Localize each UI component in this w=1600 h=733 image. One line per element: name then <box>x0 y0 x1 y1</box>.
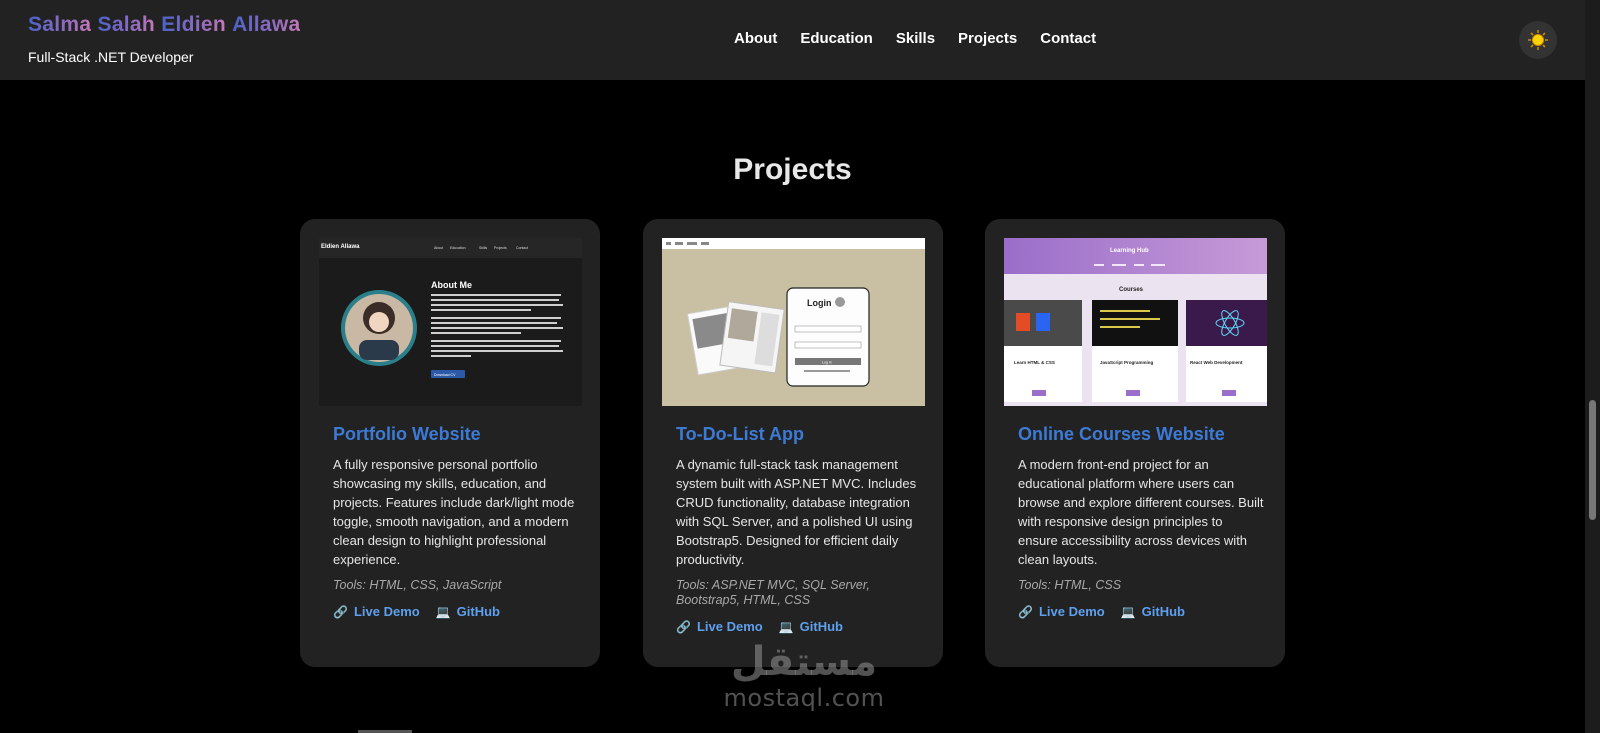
laptop-icon: 💻 <box>778 619 794 634</box>
link-icon: 🔗 <box>1018 604 1033 619</box>
project-thumbnail-courses: Learning Hub Courses Learn HTML & CSS Ja… <box>1004 238 1267 406</box>
laptop-icon: 💻 <box>435 604 451 619</box>
project-title: To-Do-List App <box>676 424 804 444</box>
nav-about[interactable]: About <box>734 30 777 47</box>
brand-word-fourth: Allawa <box>232 13 301 36</box>
thumb-course-2: JavaScript Programming <box>1100 360 1154 365</box>
thumb-heading: Login <box>807 298 832 308</box>
thumb-heading: About Me <box>431 280 472 290</box>
thumb-nav-4: Projects <box>494 246 507 250</box>
brand-word-third: Eldien <box>161 13 226 36</box>
main-nav: About Education Skills Projects Contact <box>734 30 1096 47</box>
project-description: A dynamic full-stack task management sys… <box>676 457 917 567</box>
project-thumbnail-todo: Login Log In <box>662 238 925 406</box>
project-description: A fully responsive personal portfolio sh… <box>333 457 575 567</box>
section-title: Projects <box>733 153 852 186</box>
thumb-nav-2: Education <box>450 246 466 250</box>
thumb-nav-5: Contact <box>516 246 528 250</box>
thumb-button: Download CV <box>434 373 456 377</box>
project-tools: Tools: ASP.NET MVC, SQL Server, Bootstra… <box>676 578 870 607</box>
project-card-portfolio: Eldien Allawa About Education Skills Pro… <box>300 219 600 667</box>
github-label: GitHub <box>1141 604 1185 619</box>
project-links: 🔗 Live Demo 💻 GitHub <box>1018 604 1185 619</box>
live-demo-label: Live Demo <box>696 619 763 634</box>
mostaql-watermark: مستقل mostaql.com <box>704 640 904 712</box>
brand-role: Full-Stack .NET Developer <box>28 49 194 65</box>
thumb-nav-3: Skills <box>479 246 487 250</box>
project-tools: Tools: HTML, CSS, JavaScript <box>333 578 502 592</box>
thumb-nav-1: About <box>434 246 443 250</box>
nav-contact[interactable]: Contact <box>1040 30 1096 47</box>
project-card-courses: Learning Hub Courses Learn HTML & CSS Ja… <box>985 219 1285 667</box>
top-navbar: Salma Salah Eldien Allawa Full-Stack .NE… <box>0 0 1585 80</box>
live-demo-link[interactable]: 🔗 Live Demo <box>1018 604 1105 619</box>
github-link[interactable]: 💻 GitHub <box>779 619 843 634</box>
project-title: Online Courses Website <box>1018 424 1225 444</box>
watermark-arabic: مستقل <box>730 639 878 685</box>
project-links: 🔗 Live Demo 💻 GitHub <box>676 619 843 634</box>
brand-word-first: Salma <box>28 13 92 36</box>
project-tools: Tools: HTML, CSS <box>1018 578 1122 592</box>
brand-name[interactable]: Salma Salah Eldien Allawa <box>28 13 300 37</box>
live-demo-label: Live Demo <box>353 604 420 619</box>
project-thumbnail-portfolio: Eldien Allawa About Education Skills Pro… <box>319 238 582 406</box>
live-demo-link[interactable]: 🔗 Live Demo <box>333 604 420 619</box>
github-label: GitHub <box>799 619 843 634</box>
github-link[interactable]: 💻 GitHub <box>1121 604 1185 619</box>
thumb-brand: Learning Hub <box>1110 248 1149 254</box>
nav-education[interactable]: Education <box>800 30 873 47</box>
laptop-icon: 💻 <box>1120 604 1136 619</box>
live-demo-label: Live Demo <box>1038 604 1105 619</box>
scrollbar-thumb[interactable] <box>1589 400 1596 520</box>
brand-word-second: Salah <box>97 13 156 36</box>
thumb-course-3: React Web Development <box>1190 360 1243 365</box>
thumb-button: Log In <box>822 361 832 365</box>
watermark-latin: mostaql.com <box>723 684 885 712</box>
project-description: A modern front-end project for an educat… <box>1018 457 1264 567</box>
nav-skills[interactable]: Skills <box>896 30 935 47</box>
sun-icon <box>1528 30 1548 50</box>
thumb-course-1: Learn HTML & CSS <box>1014 360 1055 365</box>
github-link[interactable]: 💻 GitHub <box>436 604 500 619</box>
thumb-brand: Eldien Allawa <box>321 244 360 250</box>
project-card-todo: Login Log In To-Do-List App A dynamic fu… <box>643 219 943 667</box>
project-links: 🔗 Live Demo 💻 GitHub <box>333 604 500 619</box>
theme-toggle-button[interactable] <box>1519 21 1557 59</box>
link-icon: 🔗 <box>333 604 348 619</box>
thumb-heading: Courses <box>1119 287 1144 293</box>
live-demo-link[interactable]: 🔗 Live Demo <box>676 619 763 634</box>
vertical-scrollbar[interactable] <box>1585 0 1600 733</box>
nav-projects[interactable]: Projects <box>958 30 1017 47</box>
github-label: GitHub <box>456 604 500 619</box>
project-title: Portfolio Website <box>333 424 481 444</box>
link-icon: 🔗 <box>676 619 691 634</box>
